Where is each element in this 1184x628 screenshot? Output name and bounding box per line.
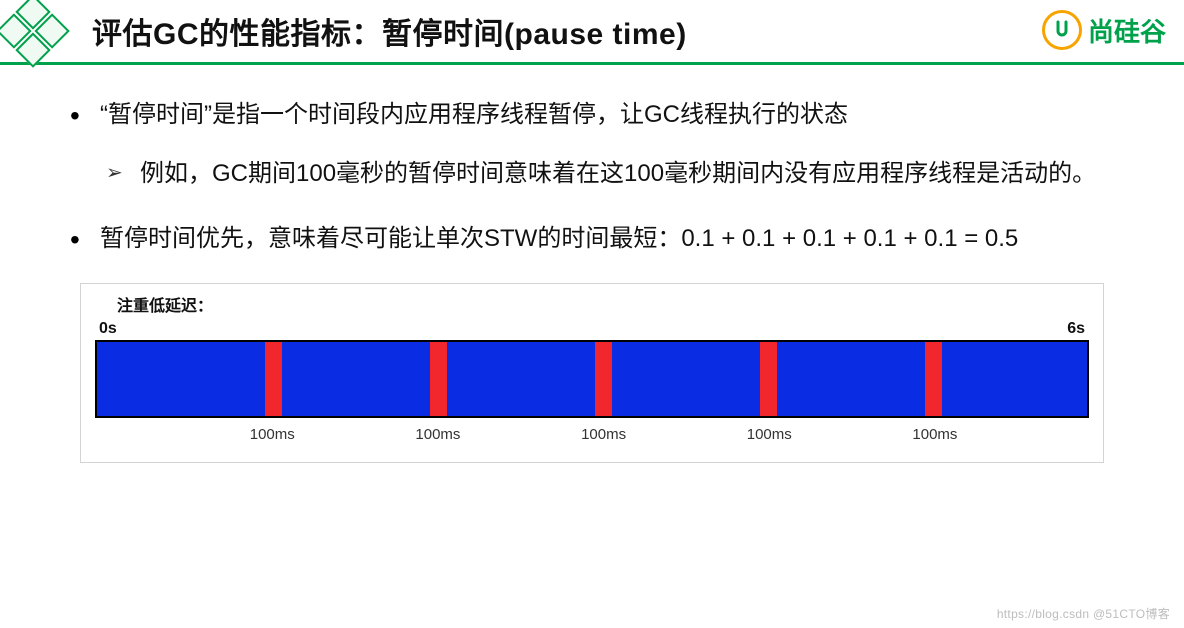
axis-labels: 0s 6s (99, 320, 1085, 338)
brand-icon (1042, 10, 1082, 50)
gc-tick-label: 100ms (912, 426, 957, 443)
app-segment (612, 342, 761, 416)
chart-area: 注重低延迟： 0s 6s 100ms 100ms 100ms 100ms 100ms (80, 283, 1104, 463)
bullet-1: “暂停时间”是指一个时间段内应用程序线程暂停，让GC线程执行的状态 例如，GC期… (70, 95, 1114, 195)
slide-body: “暂停时间”是指一个时间段内应用程序线程暂停，让GC线程执行的状态 例如，GC期… (0, 65, 1184, 463)
logo-icon (0, 0, 71, 69)
gc-tick-label: 100ms (415, 426, 460, 443)
chart-caption: 注重低延迟： (117, 292, 1089, 316)
header-bar: 评估GC的性能指标：暂停时间(pause time) 尚硅谷 (0, 0, 1184, 65)
bullet-1-text: “暂停时间”是指一个时间段内应用程序线程暂停，让GC线程执行的状态 (100, 101, 848, 128)
brand-logo: 尚硅谷 (1042, 10, 1166, 50)
bullet-2-text: 暂停时间优先，意味着尽可能让单次STW的时间最短：0.1 + 0.1 + 0.1… (100, 225, 1018, 252)
page-title: 评估GC的性能指标：暂停时间(pause time) (92, 9, 687, 53)
tick-labels: 100ms 100ms 100ms 100ms 100ms (95, 426, 1089, 450)
gc-segment (595, 342, 612, 416)
watermark-text: https://blog.csdn @51CTO博客 (997, 605, 1170, 622)
app-segment (97, 342, 265, 416)
gc-segment (265, 342, 282, 416)
app-segment (282, 342, 431, 416)
bullet-1-sub: 例如，GC期间100毫秒的暂停时间意味着在这100毫秒期间内没有应用程序线程是活… (100, 154, 1114, 195)
gc-segment (760, 342, 777, 416)
gc-segment (925, 342, 942, 416)
gc-tick-label: 100ms (747, 426, 792, 443)
bullet-list: “暂停时间”是指一个时间段内应用程序线程暂停，让GC线程执行的状态 例如，GC期… (70, 95, 1114, 259)
brand-text: 尚硅谷 (1088, 12, 1166, 49)
app-segment (942, 342, 1087, 416)
bullet-2: 暂停时间优先，意味着尽可能让单次STW的时间最短：0.1 + 0.1 + 0.1… (70, 219, 1114, 260)
axis-start-label: 0s (99, 320, 117, 338)
gc-tick-label: 100ms (581, 426, 626, 443)
axis-end-label: 6s (1067, 320, 1085, 338)
gc-segment (430, 342, 447, 416)
slide: 评估GC的性能指标：暂停时间(pause time) 尚硅谷 “暂停时间”是指一… (0, 0, 1184, 628)
gc-tick-label: 100ms (250, 426, 295, 443)
app-segment (777, 342, 926, 416)
timeline-chart (95, 340, 1089, 418)
app-segment (447, 342, 596, 416)
